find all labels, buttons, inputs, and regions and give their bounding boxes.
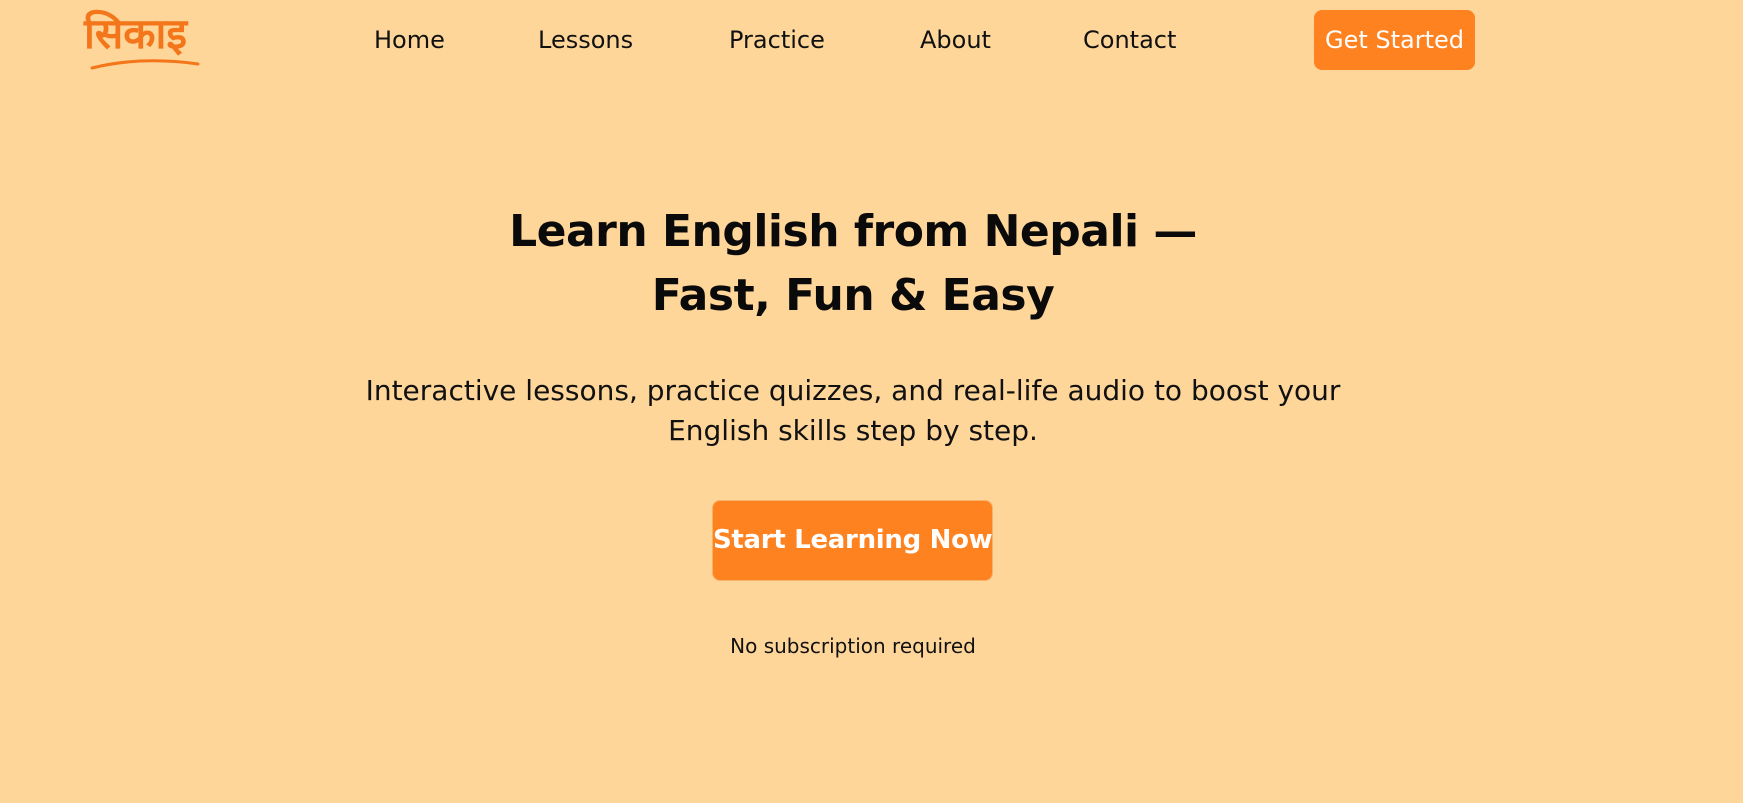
hero-subtitle-line1: Interactive lessons, practice quizzes, a… [365,374,1341,407]
hero-subtitle-line2: English skills step by step. [668,414,1038,447]
top-navigation: सिकाइ Home Lessons Practice About Contac… [0,0,1743,80]
hero-title: Learn English from Nepali — Fast, Fun & … [0,200,1706,328]
get-started-button[interactable]: Get Started [1314,10,1475,70]
logo-text: सिकाइ [84,9,188,58]
start-learning-button[interactable]: Start Learning Now [712,500,993,581]
site-logo[interactable]: सिकाइ [84,6,204,70]
nav-contact-link[interactable]: Contact [1083,22,1176,58]
swoosh-underline-icon [90,59,200,70]
nav-home-link[interactable]: Home [374,22,445,58]
hero-title-line2: Fast, Fun & Easy [651,270,1055,321]
hero-subtitle: Interactive lessons, practice quizzes, a… [0,371,1706,451]
nav-about-link[interactable]: About [920,22,991,58]
no-subscription-note: No subscription required [730,634,976,658]
nav-practice-link[interactable]: Practice [729,22,825,58]
nav-lessons-link[interactable]: Lessons [538,22,633,58]
hero-title-line1: Learn English from Nepali — [509,206,1197,257]
